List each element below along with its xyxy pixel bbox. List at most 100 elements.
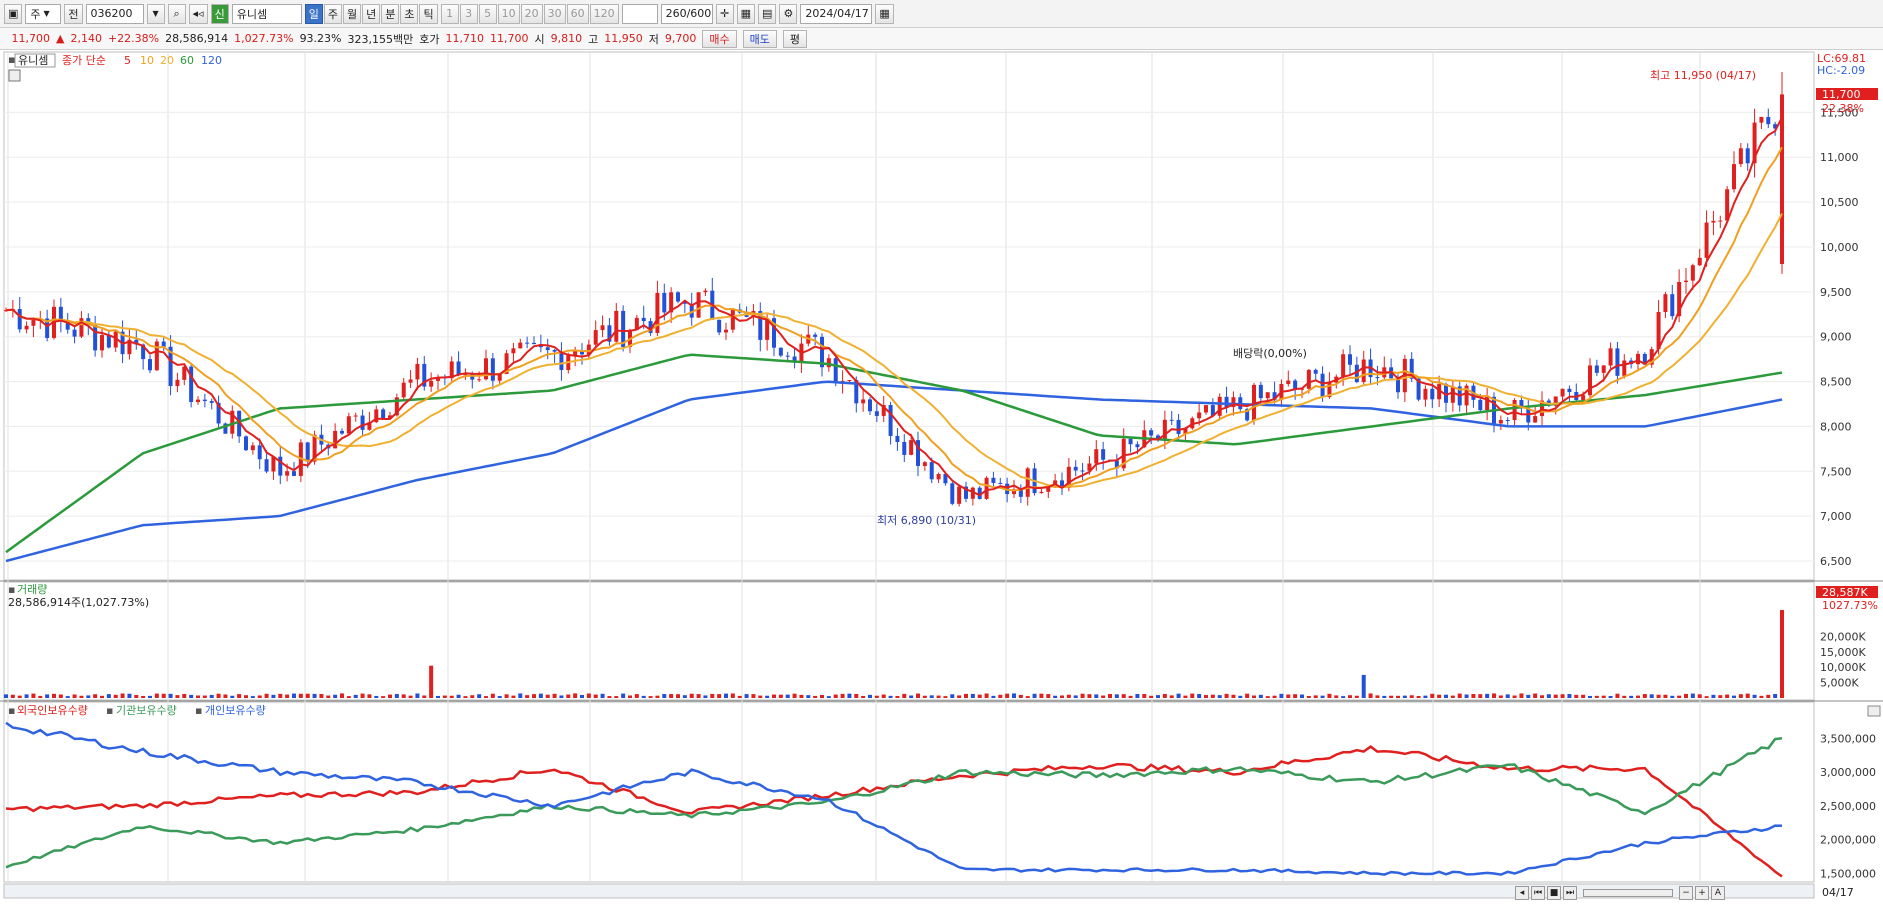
x-axis-end-label: 04/17	[1822, 886, 1854, 899]
volume-bar	[346, 696, 351, 698]
scroll-left-icon[interactable]: ◂	[1515, 886, 1529, 900]
volume-bar	[154, 693, 159, 698]
quote-price: 11,700	[11, 32, 51, 45]
volume-panel-handle-icon[interactable]: ▪	[8, 583, 15, 596]
interval-7[interactable]: 120	[589, 3, 619, 24]
candle-body	[1608, 348, 1613, 366]
zoom-out-icon[interactable]: −	[1679, 886, 1693, 900]
volume-bar	[573, 693, 578, 698]
interval-2[interactable]: 5	[478, 3, 497, 24]
count-field[interactable]: 260/600	[660, 3, 713, 24]
holdings-panel-handle-icon[interactable]: ▪	[8, 704, 15, 717]
price-y-tick: 8,500	[1820, 376, 1852, 389]
candle-body	[100, 335, 104, 351]
eval-button[interactable]: 평	[782, 29, 807, 48]
count-value: 260	[665, 7, 687, 20]
volume-bar	[237, 694, 242, 698]
volume-bar	[730, 693, 735, 698]
quote-low: 9,700	[664, 32, 697, 45]
volume-bar	[1121, 694, 1126, 698]
volume-bar	[1190, 693, 1195, 698]
panel-close-icon[interactable]	[1867, 705, 1881, 717]
volume-bar	[1704, 696, 1709, 698]
price-panel-handle-icon[interactable]: ▪	[8, 53, 15, 66]
volume-bar	[593, 694, 598, 698]
volume-bar	[1169, 695, 1174, 698]
interval-custom[interactable]	[621, 3, 658, 24]
interval-3[interactable]: 10	[497, 3, 520, 24]
candle-body	[826, 358, 831, 368]
volume-bar	[586, 693, 591, 698]
volume-bar	[106, 694, 111, 698]
crosshair-icon[interactable]: ✛	[715, 3, 734, 24]
candle-body	[415, 363, 420, 380]
candle-body	[1711, 220, 1716, 223]
panel-menu-icon[interactable]	[8, 69, 21, 82]
volume-bar	[902, 693, 907, 698]
interval-1[interactable]: 3	[459, 3, 478, 24]
speaker-icon[interactable]: ◂◃	[188, 3, 208, 24]
interval-6[interactable]: 60	[566, 3, 589, 24]
settings-icon[interactable]: ⚙	[779, 3, 798, 24]
volume-bar	[189, 694, 194, 698]
scroll-first-icon[interactable]: ⏮	[1531, 886, 1545, 900]
volume-bar	[79, 695, 84, 698]
volume-bar	[545, 694, 550, 698]
candle-body	[703, 290, 708, 293]
period-select[interactable]: 주 ▼	[25, 3, 62, 24]
interval-4[interactable]: 20	[520, 3, 543, 24]
volume-bar	[634, 694, 639, 698]
code-dropdown-icon[interactable]: ▼	[146, 3, 165, 24]
zoom-in-icon[interactable]: +	[1695, 886, 1709, 900]
volume-bar	[250, 696, 255, 698]
buy-button[interactable]: 매수	[702, 29, 737, 48]
timeframe-0[interactable]: 일	[304, 3, 323, 24]
timeframe-6[interactable]: 틱	[419, 3, 438, 24]
volume-bar	[230, 695, 235, 698]
volume-bar	[1149, 695, 1154, 698]
volume-bar	[1773, 694, 1778, 698]
candle-body	[1149, 430, 1154, 436]
interval-0[interactable]: 1	[440, 3, 459, 24]
interval-group: 1 3 5 10 20 30 60 120	[440, 3, 619, 24]
jeon-button[interactable]: 전	[64, 3, 83, 24]
candle-body	[1697, 257, 1702, 266]
volume-bar	[1101, 695, 1106, 698]
volume-bar	[1245, 693, 1250, 698]
save-icon[interactable]: ▤	[757, 3, 777, 24]
date-field[interactable]: 2024/04/17	[800, 3, 873, 24]
layout-icon[interactable]: ▣	[4, 3, 23, 24]
volume-bar	[744, 694, 749, 698]
pause-icon[interactable]: ■	[1547, 886, 1561, 900]
candle-body	[202, 399, 207, 402]
sell-button[interactable]: 매도	[742, 29, 777, 48]
volume-bar	[278, 693, 283, 698]
candle-body	[1101, 449, 1106, 460]
calendar-icon[interactable]: ▦	[875, 3, 894, 24]
volume-bar	[1588, 695, 1592, 698]
candle-body	[614, 310, 619, 342]
volume-bar	[689, 693, 694, 698]
scroll-slider[interactable]	[1583, 889, 1673, 897]
stock-name-field[interactable]: 유니셈	[231, 3, 302, 24]
volume-bar	[1012, 693, 1016, 698]
volume-bar	[65, 696, 70, 698]
reset-icon[interactable]: A	[1711, 886, 1725, 900]
indicator-icon[interactable]: ▦	[736, 3, 755, 24]
timeframe-3[interactable]: 년	[362, 3, 381, 24]
code-input[interactable]: 036200	[85, 3, 144, 24]
volume-bar	[1341, 696, 1346, 698]
scroll-last-icon[interactable]: ⏭	[1563, 886, 1577, 900]
interval-5[interactable]: 30	[543, 3, 566, 24]
timeframe-2[interactable]: 월	[342, 3, 362, 24]
timeframe-5[interactable]: 초	[400, 3, 419, 24]
search-icon[interactable]: ⌕	[167, 3, 186, 24]
timeframe-1[interactable]: 주	[323, 3, 342, 24]
holdings-y-tick: 3,000,000	[1820, 766, 1876, 779]
stock-chart[interactable]: 2023/0305060708091011122024/0102030411,5…	[0, 50, 1883, 904]
quote-ask: 11,710	[445, 32, 485, 45]
chart-area[interactable]: 2023/0305060708091011122024/0102030411,5…	[0, 50, 1883, 904]
timeframe-4[interactable]: 분	[381, 3, 400, 24]
volume-bar	[559, 695, 564, 698]
candle-body	[106, 335, 111, 348]
